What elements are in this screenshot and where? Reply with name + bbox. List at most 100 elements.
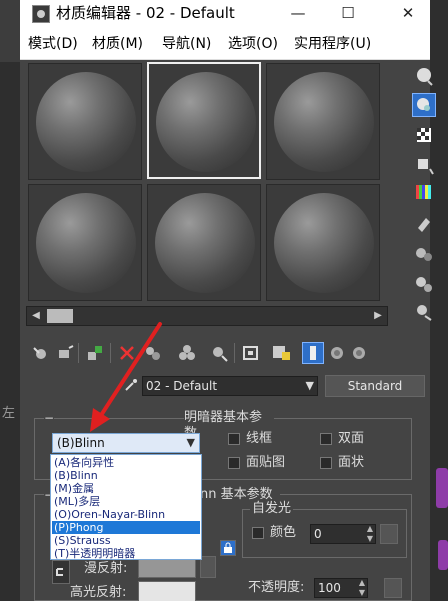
self-illum-color-checkbox[interactable] xyxy=(252,527,264,539)
opacity-map-button[interactable] xyxy=(384,578,402,598)
shader-basic-collapse[interactable]: − xyxy=(44,410,54,426)
toolbar-separator xyxy=(234,343,235,363)
copy-material-icon[interactable] xyxy=(142,342,164,364)
sample-slot-4[interactable] xyxy=(28,184,142,301)
menu-options[interactable]: 选项(O) xyxy=(228,35,278,53)
material-sphere xyxy=(274,72,374,172)
material-name-value: 02 - Default xyxy=(146,379,218,393)
opacity-field[interactable]: 100 ▲ ▼ xyxy=(314,578,368,598)
shader-option-oren-nayar-blinn[interactable]: (O)Oren-Nayar-Blinn xyxy=(52,508,200,521)
material-sphere xyxy=(36,72,136,172)
lock-ambient-icon[interactable] xyxy=(220,540,236,556)
material-editor-icon xyxy=(32,5,50,23)
chevron-down-icon[interactable]: ▼ xyxy=(187,434,195,452)
menu-mode[interactable]: 模式(D) xyxy=(28,35,78,53)
spinner-icon[interactable]: ▲ ▼ xyxy=(367,524,373,544)
menu-material[interactable]: 材质(M) xyxy=(92,35,143,53)
close-button[interactable]: ✕ xyxy=(386,2,430,24)
self-illum-map-button[interactable] xyxy=(380,524,398,544)
menu-bar: 模式(D) 材质(M) 导航(N) 选项(O) 实用程序(U) xyxy=(20,28,430,60)
shader-option-blinn[interactable]: (B)Blinn xyxy=(52,469,200,482)
slots-horizontal-scrollbar[interactable]: ◀ ▶ xyxy=(26,306,388,326)
right-toolbar xyxy=(410,60,438,321)
faceted-label: 面状 xyxy=(338,455,365,470)
scroll-right-icon[interactable]: ▶ xyxy=(370,309,386,323)
assign-material-icon[interactable] xyxy=(84,342,106,364)
lock-button[interactable] xyxy=(52,560,70,584)
viewport-label: 左 xyxy=(2,406,16,421)
self-illum-color-label: 颜色 xyxy=(270,525,297,540)
material-name-field[interactable]: 02 - Default ▼ xyxy=(142,376,318,396)
material-type-button[interactable]: Standard xyxy=(325,375,425,397)
shader-option-anisotropic[interactable]: (A)各向异性 xyxy=(52,456,200,469)
two-sided-checkbox[interactable] xyxy=(320,433,332,445)
sample-slot-1[interactable] xyxy=(28,63,142,180)
scroll-left-icon[interactable]: ◀ xyxy=(28,309,44,323)
material-sphere xyxy=(155,193,255,293)
chevron-down-icon[interactable]: ▼ xyxy=(306,377,314,395)
opacity-value: 100 xyxy=(318,581,341,595)
go-forward-sibling-icon[interactable] xyxy=(348,342,370,364)
viewport-background-left: 左 xyxy=(0,62,22,601)
shader-option-multi-layer[interactable]: (ML)多层 xyxy=(52,495,200,508)
background-icon[interactable] xyxy=(412,123,436,147)
shader-option-phong[interactable]: (P)Phong xyxy=(52,521,200,534)
shader-type-value: (B)Blinn xyxy=(57,436,105,450)
material-map-navigator-icon[interactable] xyxy=(412,300,436,324)
sample-uv-tiling-icon[interactable] xyxy=(412,153,436,177)
spinner-icon[interactable]: ▲ ▼ xyxy=(359,578,365,598)
viewport-object-detail xyxy=(438,540,448,570)
window-title: 材质编辑器 - 02 - Default xyxy=(56,4,235,22)
material-id-channel-icon[interactable] xyxy=(240,342,262,364)
title-bar: 材质编辑器 - 02 - Default — ☐ ✕ xyxy=(20,0,430,28)
make-preview-icon[interactable] xyxy=(412,212,436,236)
make-unique-icon[interactable] xyxy=(176,342,198,364)
shader-basic-title[interactable]: 明暗器基本参数 xyxy=(184,410,274,441)
sample-type-icon[interactable] xyxy=(412,63,436,87)
self-illum-value-field[interactable]: 0 ▲ ▼ xyxy=(310,524,376,544)
show-end-result-icon[interactable] xyxy=(302,342,324,364)
opacity-label: 不透明度: xyxy=(248,580,305,595)
diffuse-map-button[interactable] xyxy=(200,556,216,578)
toolbar-separator xyxy=(78,343,79,363)
self-illum-value: 0 xyxy=(314,527,322,541)
scroll-thumb[interactable] xyxy=(47,309,73,323)
video-color-check-icon[interactable] xyxy=(412,180,436,204)
shader-option-translucent[interactable]: (T)半透明明暗器 xyxy=(52,547,200,560)
reset-material-icon[interactable] xyxy=(116,342,138,364)
pick-material-eyedropper-icon[interactable] xyxy=(124,378,138,392)
wire-label: 线框 xyxy=(246,431,273,446)
menu-utilities[interactable]: 实用程序(U) xyxy=(294,35,371,53)
put-to-library-icon[interactable] xyxy=(208,342,230,364)
minimize-button[interactable]: — xyxy=(276,2,320,24)
get-material-icon[interactable] xyxy=(30,342,52,364)
self-illumination-label: 自发光 xyxy=(250,501,294,516)
viewport-object xyxy=(436,468,448,508)
go-to-parent-icon[interactable] xyxy=(326,342,348,364)
shader-type-dropdown-list: (A)各向异性 (B)Blinn (M)金属 (ML)多层 (O)Oren-Na… xyxy=(50,454,202,560)
shader-option-strauss[interactable]: (S)Strauss xyxy=(52,534,200,547)
maximize-button[interactable]: ☐ xyxy=(326,2,370,24)
material-name-row: 02 - Default ▼ Standard xyxy=(20,372,430,400)
sample-slot-5[interactable] xyxy=(147,184,261,301)
specular-color-swatch[interactable] xyxy=(138,581,196,601)
material-sphere xyxy=(156,72,256,172)
menu-navigation[interactable]: 导航(N) xyxy=(162,35,211,53)
face-map-label: 面贴图 xyxy=(246,455,286,470)
options-icon[interactable] xyxy=(412,242,436,266)
put-to-scene-icon[interactable] xyxy=(54,342,76,364)
select-by-material-icon[interactable] xyxy=(412,272,436,296)
show-shaded-material-icon[interactable] xyxy=(270,342,292,364)
faceted-checkbox[interactable] xyxy=(320,457,332,469)
shader-option-metal[interactable]: (M)金属 xyxy=(52,482,200,495)
material-sphere xyxy=(274,193,374,293)
sample-slot-3[interactable] xyxy=(266,63,380,180)
sample-slot-6[interactable] xyxy=(266,184,380,301)
face-map-checkbox[interactable] xyxy=(228,457,240,469)
toolbar-separator xyxy=(110,343,111,363)
backlight-icon[interactable] xyxy=(412,93,436,117)
sample-slot-2[interactable] xyxy=(147,62,261,179)
shader-type-select[interactable]: (B)Blinn ▼ xyxy=(52,433,200,453)
wire-checkbox[interactable] xyxy=(228,433,240,445)
material-sphere xyxy=(36,193,136,293)
